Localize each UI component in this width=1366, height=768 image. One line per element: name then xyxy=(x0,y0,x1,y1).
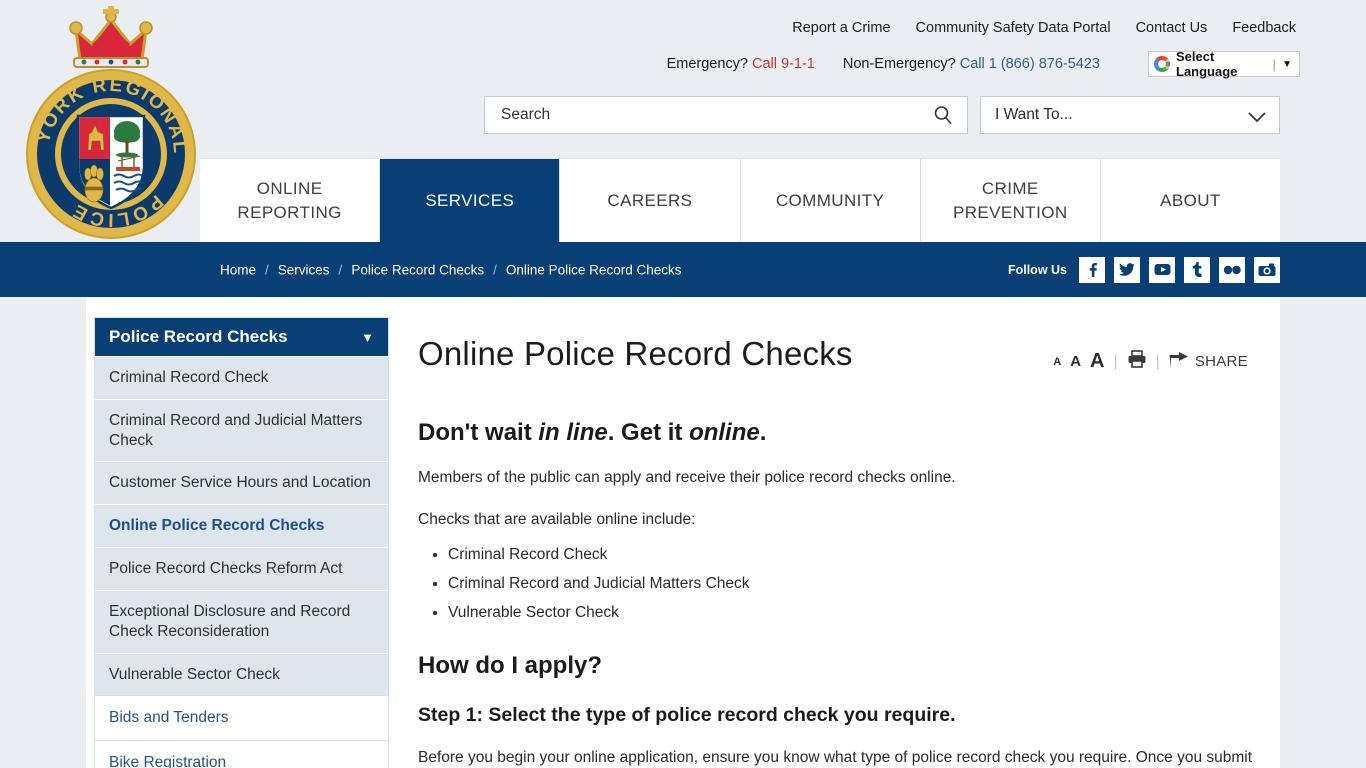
sidebar-heading-label: Police Record Checks xyxy=(109,327,288,346)
breadcrumb-separator: / xyxy=(338,262,343,277)
sidebar-item-criminal-record-check[interactable]: Criminal Record Check xyxy=(95,356,388,399)
lede-part-2: . Get it xyxy=(607,419,690,446)
intro-paragraph: Members of the public can apply and rece… xyxy=(418,469,956,486)
breadcrumb-item-services[interactable]: Services xyxy=(278,262,330,277)
lede-emphasis-1: in line xyxy=(538,419,608,446)
community-safety-data-portal-link[interactable]: Community Safety Data Portal xyxy=(916,20,1111,36)
page-root: Report a Crime Community Safety Data Por… xyxy=(0,0,1366,768)
breadcrumb-item-current: Online Police Record Checks xyxy=(505,262,682,277)
text-size-large-button[interactable]: A xyxy=(1090,350,1104,373)
list-item: Criminal Record Check xyxy=(448,546,1258,564)
report-a-crime-link[interactable]: Report a Crime xyxy=(792,20,890,36)
site-header: Report a Crime Community Safety Data Por… xyxy=(0,0,1366,155)
twitter-icon[interactable] xyxy=(1114,256,1140,283)
share-label: SHARE xyxy=(1194,353,1248,370)
follow-us-group: Follow Us xyxy=(1007,256,1280,283)
breadcrumb-separator: / xyxy=(493,262,497,277)
step-1-paragraph: Before you begin your online application… xyxy=(418,748,1253,766)
share-icon xyxy=(1169,351,1189,372)
tumblr-icon[interactable] xyxy=(1184,256,1210,283)
nav-item-community[interactable]: COMMUNITY xyxy=(741,159,921,242)
emergency-group: Emergency? Call 9-1-1 xyxy=(667,56,815,72)
sidebar-item-exceptional-disclosure-and-record-check-reconsideration[interactable]: Exceptional Disclosure and Record Check … xyxy=(95,589,388,653)
sidebar-item-vulnerable-sector-check[interactable]: Vulnerable Sector Check xyxy=(95,652,388,696)
list-item: Criminal Record and Judicial Matters Che… xyxy=(448,575,1258,593)
share-button[interactable]: SHARE xyxy=(1169,351,1248,372)
divider: | xyxy=(1272,56,1277,72)
contact-us-link[interactable]: Contact Us xyxy=(1136,20,1208,36)
follow-us-label: Follow Us xyxy=(1007,262,1067,277)
list-item: Vulnerable Sector Check xyxy=(448,604,1258,622)
instagram-icon[interactable] xyxy=(1254,256,1280,283)
i-want-to-label: I Want To... xyxy=(995,106,1073,123)
nav-item-online-reporting[interactable]: ONLINE REPORTING xyxy=(200,159,381,242)
nav-item-careers[interactable]: CAREERS xyxy=(560,159,741,242)
divider: | xyxy=(1113,352,1118,370)
search-box[interactable] xyxy=(484,96,968,134)
available-checks-list: Criminal Record Check Criminal Record an… xyxy=(418,546,1258,622)
sidebar-item-online-police-record-checks[interactable]: Online Police Record Checks xyxy=(95,504,388,548)
lede-part-1: Don't wait xyxy=(418,419,539,446)
flickr-icon[interactable] xyxy=(1219,256,1245,283)
section-sidebar: Police Record Checks ▼ Criminal Record C… xyxy=(94,317,389,768)
sidebar-item-customer-service-hours-and-location[interactable]: Customer Service Hours and Location xyxy=(95,461,388,505)
i-want-to-dropdown[interactable]: I Want To... xyxy=(980,96,1280,134)
select-language-dropdown[interactable]: Select Language | ▼ xyxy=(1148,49,1300,79)
print-icon[interactable] xyxy=(1127,350,1147,373)
feedback-link[interactable]: Feedback xyxy=(1232,20,1296,36)
lede-heading: Don't wait in line. Get it online. xyxy=(418,419,1258,447)
non-emergency-group: Non-Emergency? Call 1 (866) 876-5423 xyxy=(843,56,1100,72)
breadcrumb-separator: / xyxy=(265,262,269,277)
breadcrumb-item-home[interactable]: Home xyxy=(220,262,256,277)
breadcrumb: Home / Services / Police Record Checks /… xyxy=(220,262,681,277)
text-size-medium-button[interactable]: A xyxy=(1070,353,1081,370)
nav-item-services[interactable]: SERVICES xyxy=(380,159,561,242)
breadcrumb-bar: Home / Services / Police Record Checks /… xyxy=(0,242,1366,297)
youtube-icon[interactable] xyxy=(1149,256,1175,283)
chevron-down-icon: ▼ xyxy=(1282,58,1292,70)
how-do-i-apply-heading: How do I apply? xyxy=(418,651,602,679)
sidebar-item-police-record-checks-reform-act[interactable]: Police Record Checks Reform Act xyxy=(95,547,388,590)
chevron-down-icon xyxy=(1247,110,1266,122)
emergency-number-link[interactable]: Call 9-1-1 xyxy=(752,56,815,72)
sidebar-item-bike-registration[interactable]: Bike Registration xyxy=(95,740,388,768)
york-regional-police-badge-logo[interactable]: YORK REGIONAL POLICE xyxy=(22,4,200,242)
nav-item-about[interactable]: ABOUT xyxy=(1101,159,1280,242)
facebook-icon[interactable] xyxy=(1079,256,1105,283)
sidebar-item-bids-and-tenders[interactable]: Bids and Tenders xyxy=(95,695,388,741)
non-emergency-number-link[interactable]: Call 1 (866) 876-5423 xyxy=(960,56,1100,72)
chevron-down-icon: ▼ xyxy=(361,329,374,345)
search-icon[interactable] xyxy=(933,105,953,125)
step-1-heading: Step 1: Select the type of police record… xyxy=(418,703,956,726)
main-content: A A A | | SHARE Online Police Record Che… xyxy=(418,317,1258,768)
utility-nav: Report a Crime Community Safety Data Por… xyxy=(792,20,1296,36)
text-size-small-button[interactable]: A xyxy=(1053,356,1061,368)
search-input[interactable] xyxy=(499,105,933,125)
lede-part-3: . xyxy=(759,419,767,446)
google-icon xyxy=(1154,56,1170,72)
emergency-contact-row: Emergency? Call 9-1-1 Non-Emergency? Cal… xyxy=(667,56,1100,72)
emergency-label: Emergency? xyxy=(666,56,748,72)
nav-item-crime-prevention[interactable]: CRIME PREVENTION xyxy=(921,159,1101,242)
sidebar-item-criminal-record-and-judicial-matters-check[interactable]: Criminal Record and Judicial Matters Che… xyxy=(95,398,388,462)
lede-emphasis-2: online xyxy=(689,419,760,446)
breadcrumb-item-police-record-checks[interactable]: Police Record Checks xyxy=(351,262,484,277)
checks-intro-paragraph: Checks that are available online include… xyxy=(418,511,696,529)
crown xyxy=(69,6,153,68)
select-language-label: Select Language xyxy=(1176,49,1238,79)
page-tools: A A A | | SHARE xyxy=(1053,350,1248,373)
non-emergency-label: Non-Emergency? xyxy=(842,56,956,72)
main-navigation: ONLINE REPORTING SERVICES CAREERS COMMUN… xyxy=(200,158,1280,242)
divider: | xyxy=(1155,352,1160,370)
sidebar-heading[interactable]: Police Record Checks ▼ xyxy=(95,318,388,356)
